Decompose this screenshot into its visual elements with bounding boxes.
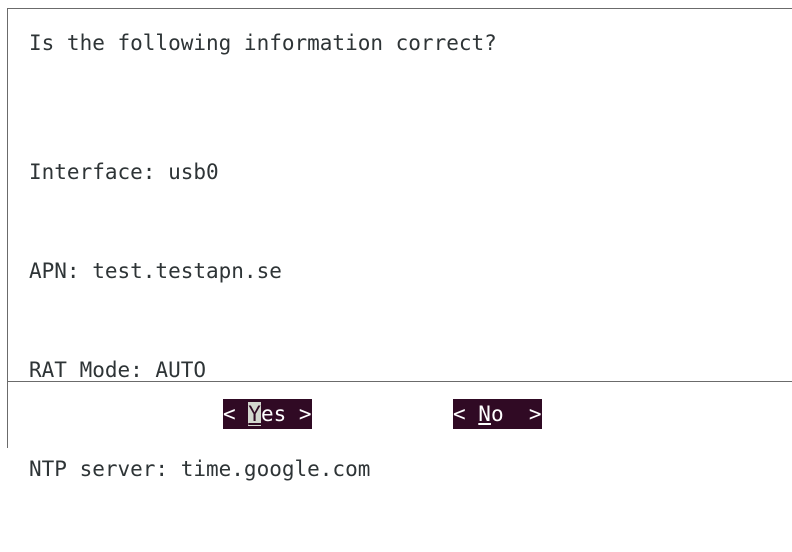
no-button-hotkey: N — [478, 402, 491, 426]
confirmation-dialog: Is the following information correct? In… — [7, 8, 792, 481]
no-button-right-bracket: > — [503, 402, 542, 426]
yes-button[interactable]: < Yes > — [223, 399, 312, 429]
no-button-left-bracket: < — [453, 402, 479, 426]
yes-button-right-bracket: > — [286, 402, 312, 426]
no-button[interactable]: < No > — [453, 399, 542, 429]
yes-button-left-bracket: < — [223, 402, 249, 426]
info-interface: Interface: usb0 — [29, 160, 219, 184]
button-divider — [8, 381, 792, 382]
no-button-label: o — [490, 402, 504, 426]
info-list: Interface: usb0 APN: test.testapn.se RAT… — [29, 90, 370, 552]
dialog-question: Is the following information correct? — [29, 31, 497, 55]
yes-button-hotkey: Y — [248, 402, 261, 426]
info-rat-mode: RAT Mode: AUTO — [29, 358, 207, 382]
yes-button-label: es — [260, 402, 287, 426]
info-apn: APN: test.testapn.se — [29, 259, 282, 283]
info-ntp-server: NTP server: time.google.com — [29, 457, 371, 481]
